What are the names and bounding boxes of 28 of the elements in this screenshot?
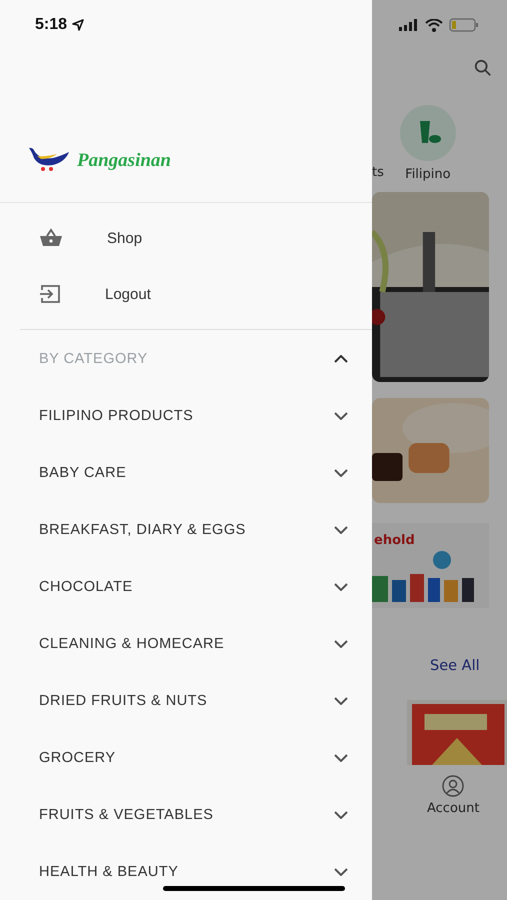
location-arrow-icon: [72, 18, 84, 31]
category-tab[interactable]: Filipino: [400, 105, 456, 182]
banner-text: ehold: [373, 532, 416, 548]
logout-icon: [39, 284, 61, 304]
category-item[interactable]: BREAKFAST, DIARY & EGGS: [39, 501, 348, 558]
category-item[interactable]: CLEANING & HOMECARE: [39, 615, 348, 672]
signal-icon: [399, 19, 419, 31]
basket-icon: [39, 228, 63, 248]
category-item[interactable]: FRUITS & VEGETABLES: [39, 786, 348, 843]
brand-name: Pangasinan: [77, 150, 171, 172]
bird-cart-logo-icon: [27, 146, 71, 172]
search-icon[interactable]: [474, 59, 492, 77]
status-time: 5:18: [35, 16, 68, 34]
wifi-icon: [425, 18, 443, 32]
category-item[interactable]: DRIED FRUITS & NUTS: [39, 672, 348, 729]
category-tab[interactable]: ts: [372, 165, 384, 180]
category-item[interactable]: FILIPINO PRODUCTS: [39, 387, 348, 444]
see-all-link[interactable]: See All: [430, 658, 480, 674]
battery-icon: [449, 18, 479, 32]
category-item[interactable]: CHOCOLATE: [39, 558, 348, 615]
person-icon: [442, 775, 464, 797]
category-item[interactable]: GROCERY: [39, 729, 348, 786]
cup-icon: [400, 105, 456, 161]
menu-item[interactable]: Shop: [20, 225, 372, 251]
account-tab[interactable]: Account: [427, 775, 480, 816]
menu-item[interactable]: Logout: [20, 281, 372, 307]
category-item[interactable]: HEALTH & BEAUTY: [39, 843, 348, 900]
category-item[interactable]: BABY CARE: [39, 444, 348, 501]
